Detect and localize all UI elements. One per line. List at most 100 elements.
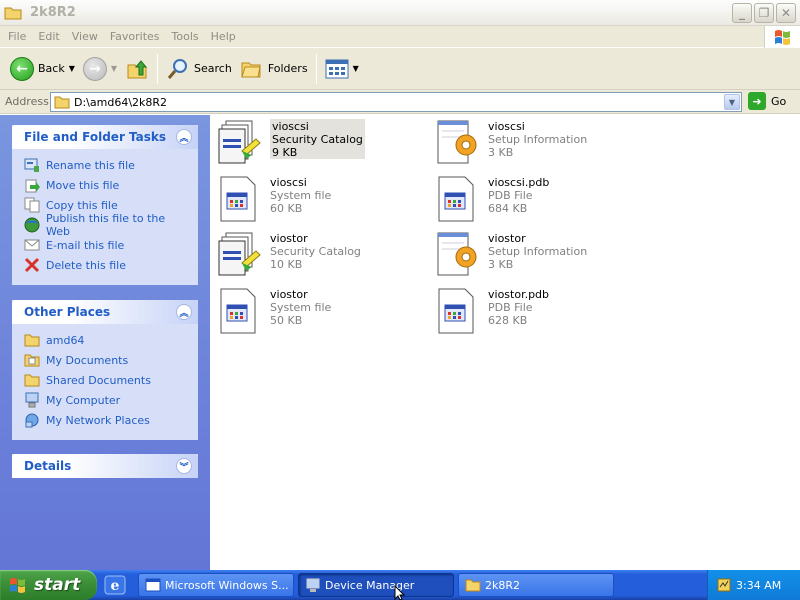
task-rename[interactable]: Rename this file xyxy=(24,155,188,175)
device-manager-icon xyxy=(306,578,320,592)
menu-bar: File Edit View Favorites Tools Help xyxy=(0,26,800,48)
search-button[interactable]: Search xyxy=(162,52,236,86)
panel-header[interactable]: Other Places ︽ xyxy=(12,300,198,324)
file-view: vioscsi Security Catalog 9 KB vioscsi Se… xyxy=(210,115,800,570)
file-item[interactable]: vioscsi System file 60 KB xyxy=(218,175,331,223)
tray-app-icon[interactable] xyxy=(716,577,732,593)
place-amd64[interactable]: amd64 xyxy=(24,330,188,350)
security-catalog-icon xyxy=(218,232,261,276)
place-my-computer[interactable]: My Computer xyxy=(24,390,188,410)
shared-folder-icon xyxy=(24,374,40,387)
place-my-documents[interactable]: My Documents xyxy=(24,350,188,370)
maximize-button[interactable]: ❐ xyxy=(754,3,774,23)
mouse-cursor-icon xyxy=(394,585,406,600)
setup-information-icon xyxy=(437,120,477,164)
go-button[interactable]: ➜ Go xyxy=(748,92,786,110)
go-arrow-icon: ➜ xyxy=(748,92,766,110)
chevron-down-icon[interactable]: ▼ xyxy=(353,64,359,73)
panel-title: Details xyxy=(24,459,72,473)
task-email[interactable]: E-mail this file xyxy=(24,235,188,255)
file-item[interactable]: viostor Security Catalog 10 KB xyxy=(218,231,361,279)
computer-icon xyxy=(25,392,39,408)
title-bar: 2k8R2 _ ❐ ✕ xyxy=(0,0,800,26)
menu-file[interactable]: File xyxy=(0,30,32,43)
forward-arrow-icon: → xyxy=(82,56,107,81)
chevron-down-icon[interactable]: ▼ xyxy=(69,64,75,73)
views-button[interactable]: ▼ xyxy=(321,52,363,86)
panel-title: File and Folder Tasks xyxy=(24,130,167,144)
menu-edit[interactable]: Edit xyxy=(32,30,65,43)
menu-help[interactable]: Help xyxy=(205,30,242,43)
delete-icon xyxy=(24,257,40,273)
address-bar: Address D:\amd64\2k8R2 ▼ ➜ Go xyxy=(0,90,800,114)
menu-view[interactable]: View xyxy=(66,30,104,43)
security-catalog-icon xyxy=(218,120,261,164)
clock[interactable]: 3:34 AM xyxy=(736,579,781,592)
folders-icon xyxy=(241,62,261,77)
task-pane: File and Folder Tasks ︽ Rename this file… xyxy=(0,115,210,570)
address-input[interactable]: D:\amd64\2k8R2 ▼ xyxy=(50,92,742,112)
system-tray: 3:34 AM xyxy=(707,570,800,600)
start-button[interactable]: start xyxy=(0,570,97,600)
close-button[interactable]: ✕ xyxy=(776,3,796,23)
system-file-icon xyxy=(220,176,256,222)
internet-explorer-icon[interactable]: e xyxy=(104,575,126,595)
taskbar-item-2k8r2[interactable]: 2k8R2 xyxy=(458,573,614,597)
window-icon xyxy=(145,578,161,592)
address-dropdown-button[interactable]: ▼ xyxy=(724,94,740,110)
search-icon xyxy=(167,58,188,79)
network-icon xyxy=(25,413,39,428)
file-folder-tasks-panel: File and Folder Tasks ︽ Rename this file… xyxy=(12,125,198,285)
panel-title: Other Places xyxy=(24,305,111,319)
file-item[interactable]: vioscsi Security Catalog 9 KB xyxy=(218,119,365,167)
chevron-down-icon[interactable]: ▼ xyxy=(111,64,117,73)
rename-icon xyxy=(24,158,39,172)
menu-tools[interactable]: Tools xyxy=(166,30,205,43)
setup-information-icon xyxy=(437,232,477,276)
file-item[interactable]: viostor Setup Information 3 KB xyxy=(436,231,587,279)
move-icon xyxy=(25,179,40,193)
folder-icon xyxy=(54,96,70,109)
pdb-file-icon xyxy=(438,288,474,334)
taskbar-item-remote-desktop[interactable]: Microsoft Windows S... xyxy=(138,573,294,597)
forward-button[interactable]: → ▼ xyxy=(79,52,121,86)
file-item[interactable]: vioscsi Setup Information 3 KB xyxy=(436,119,587,167)
up-folder-button[interactable] xyxy=(121,52,153,86)
back-button[interactable]: ← Back ▼ xyxy=(6,52,79,86)
folders-button[interactable]: Folders xyxy=(236,52,312,86)
file-item[interactable]: vioscsi.pdb PDB File 684 KB xyxy=(436,175,549,223)
taskbar-item-device-manager[interactable]: Device Manager xyxy=(298,573,454,597)
file-item[interactable]: viostor System file 50 KB xyxy=(218,287,331,335)
copy-icon xyxy=(24,197,40,213)
address-value: D:\amd64\2k8R2 xyxy=(74,95,168,109)
globe-icon xyxy=(24,217,40,233)
svg-text:e: e xyxy=(111,578,120,594)
menu-favorites[interactable]: Favorites xyxy=(104,30,166,43)
toolbar-separator xyxy=(157,53,159,84)
place-shared-documents[interactable]: Shared Documents xyxy=(24,370,188,390)
task-move[interactable]: Move this file xyxy=(24,175,188,195)
views-icon xyxy=(325,59,349,78)
up-folder-icon xyxy=(127,59,148,78)
windows-logo-icon xyxy=(764,26,800,48)
collapse-chevron-icon[interactable]: ︽ xyxy=(176,129,192,145)
file-item[interactable]: viostor.pdb PDB File 628 KB xyxy=(436,287,549,335)
minimize-button[interactable]: _ xyxy=(732,3,752,23)
system-file-icon xyxy=(220,288,256,334)
back-arrow-icon: ← xyxy=(10,56,34,81)
task-delete[interactable]: Delete this file xyxy=(24,255,188,275)
folder-icon xyxy=(465,579,481,592)
toolbar: ← Back ▼ → ▼ Search Folders ▼ xyxy=(0,48,800,90)
place-my-network-places[interactable]: My Network Places xyxy=(24,410,188,430)
folder-icon xyxy=(4,7,22,20)
details-panel: Details ︾ xyxy=(12,454,198,478)
panel-header[interactable]: File and Folder Tasks ︽ xyxy=(12,125,198,149)
email-icon xyxy=(24,239,40,251)
windows-logo-icon xyxy=(10,578,25,593)
task-publish-web[interactable]: Publish this file to the Web xyxy=(24,212,188,238)
collapse-chevron-icon[interactable]: ︽ xyxy=(176,304,192,320)
folder-icon xyxy=(24,334,40,347)
panel-header[interactable]: Details ︾ xyxy=(12,454,198,478)
toolbar-separator xyxy=(315,53,317,84)
expand-chevron-icon[interactable]: ︾ xyxy=(176,458,192,474)
